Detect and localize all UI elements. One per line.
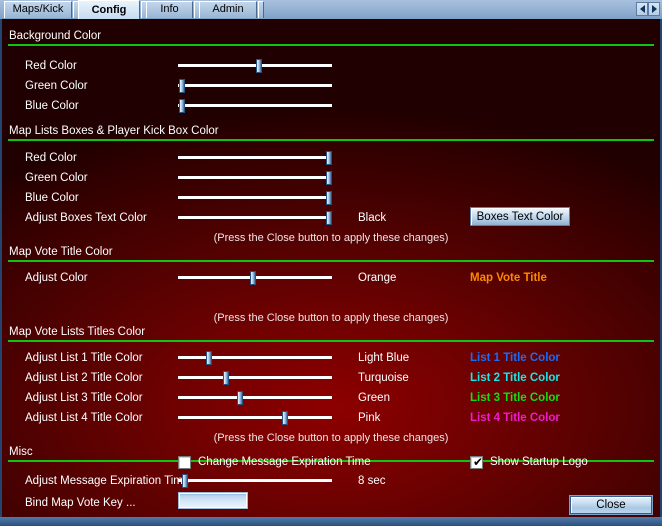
tab-separator-4 (258, 1, 264, 18)
slider-thumb[interactable] (326, 151, 332, 165)
config-panel: Background Color Red Color Green Color B… (0, 19, 662, 517)
label-boxes-text-color: Adjust Boxes Text Color (25, 212, 147, 224)
slider-track (178, 416, 332, 419)
slider-track (178, 176, 332, 179)
section-title-map-vote-lists-titles-color: Map Vote Lists Titles Color (9, 326, 146, 338)
slider-track (178, 64, 332, 67)
checkbox-change-message-expiration-time[interactable] (178, 456, 191, 469)
slider-track (178, 396, 332, 399)
slider-background-green[interactable] (178, 79, 332, 93)
sample-list-2-title: List 2 Title Color (470, 372, 560, 384)
section-title-background-color: Background Color (9, 30, 102, 42)
section-title-map-vote-title-color: Map Vote Title Color (9, 246, 113, 258)
sample-list-4-title: List 4 Title Color (470, 412, 560, 424)
slider-thumb[interactable] (179, 79, 185, 93)
bind-map-vote-key-input[interactable] (178, 492, 248, 509)
sample-list-1-title: List 1 Title Color (470, 352, 560, 364)
label-boxes-green: Green Color (25, 172, 88, 184)
slider-track (178, 356, 332, 359)
slider-track (178, 216, 332, 219)
close-button[interactable]: Close (570, 496, 652, 514)
label-boxes-blue: Blue Color (25, 192, 79, 204)
slider-thumb[interactable] (182, 474, 188, 488)
config-window: Maps/Kick Config Info Admin Background C… (0, 0, 662, 526)
label-adjust-color: Adjust Color (25, 272, 88, 284)
slider-list-2-title-color[interactable] (178, 371, 332, 385)
value-map-vote-title-color: Orange (358, 272, 397, 284)
slider-track (178, 479, 332, 482)
checkbox-show-startup-logo[interactable]: ✔ (470, 456, 483, 469)
section-divider-boxes-color (8, 139, 654, 141)
label-list-2-title-color: Adjust List 2 Title Color (25, 372, 143, 384)
check-icon: ✔ (473, 455, 484, 469)
hint-map-vote-lists-titles-color: (Press the Close button to apply these c… (213, 432, 449, 444)
boxes-text-color-button[interactable]: Boxes Text Color (470, 207, 570, 226)
section-divider-background-color (8, 44, 654, 46)
label-show-startup-logo: Show Startup Logo (490, 456, 588, 468)
value-list-3-title-color: Green (358, 392, 390, 404)
tab-strip: Maps/Kick Config Info Admin (0, 0, 662, 19)
section-divider-map-vote-lists-titles-color (8, 340, 654, 342)
slider-thumb[interactable] (326, 171, 332, 185)
section-divider-map-vote-title-color (8, 260, 654, 262)
label-background-green: Green Color (25, 80, 88, 92)
slider-track (178, 104, 332, 107)
slider-thumb[interactable] (282, 411, 288, 425)
slider-track (178, 196, 332, 199)
chevron-right-icon (651, 5, 657, 13)
section-title-misc: Misc (9, 446, 33, 458)
slider-track (178, 156, 332, 159)
value-message-expiration-time: 8 sec (358, 475, 386, 487)
slider-track (178, 84, 332, 87)
slider-thumb[interactable] (237, 391, 243, 405)
slider-thumb[interactable] (179, 99, 185, 113)
label-list-1-title-color: Adjust List 1 Title Color (25, 352, 143, 364)
chevron-left-icon (639, 5, 645, 13)
slider-thumb[interactable] (223, 371, 229, 385)
value-list-1-title-color: Light Blue (358, 352, 410, 364)
slider-message-expiration-time[interactable] (178, 474, 332, 488)
sample-map-vote-title: Map Vote Title (470, 272, 547, 284)
tab-maps-kick[interactable]: Maps/Kick (4, 1, 72, 18)
window-bottom-bar (0, 517, 662, 526)
label-background-blue: Blue Color (25, 100, 79, 112)
slider-map-vote-title-color[interactable] (178, 271, 332, 285)
label-background-red: Red Color (25, 60, 77, 72)
label-boxes-red: Red Color (25, 152, 77, 164)
tab-config[interactable]: Config (78, 0, 140, 19)
slider-list-4-title-color[interactable] (178, 411, 332, 425)
slider-thumb[interactable] (326, 211, 332, 225)
hint-map-vote-title-color: (Press the Close button to apply these c… (213, 312, 449, 324)
tab-scroll-right-button[interactable] (648, 2, 660, 16)
value-boxes-text-color: Black (358, 212, 387, 224)
tab-scroll-left-button[interactable] (636, 2, 648, 16)
slider-thumb[interactable] (256, 59, 262, 73)
label-bind-map-vote-key: Bind Map Vote Key ... (25, 497, 136, 509)
slider-thumb[interactable] (250, 271, 256, 285)
slider-list-1-title-color[interactable] (178, 351, 332, 365)
tab-admin[interactable]: Admin (199, 1, 257, 18)
label-list-4-title-color: Adjust List 4 Title Color (25, 412, 143, 424)
tab-scroll-buttons (636, 2, 660, 16)
tab-info[interactable]: Info (146, 1, 193, 18)
slider-thumb[interactable] (206, 351, 212, 365)
slider-boxes-text-color[interactable] (178, 211, 332, 225)
slider-boxes-blue[interactable] (178, 191, 332, 205)
label-list-3-title-color: Adjust List 3 Title Color (25, 392, 143, 404)
slider-background-red[interactable] (178, 59, 332, 73)
hint-boxes-color: (Press the Close button to apply these c… (213, 232, 449, 244)
label-change-message-expiration-time: Change Message Expiration Time (198, 456, 371, 468)
slider-track (178, 376, 332, 379)
slider-boxes-red[interactable] (178, 151, 332, 165)
slider-background-blue[interactable] (178, 99, 332, 113)
slider-thumb[interactable] (326, 191, 332, 205)
slider-boxes-green[interactable] (178, 171, 332, 185)
sample-list-3-title: List 3 Title Color (470, 392, 560, 404)
panel-left-edge (0, 19, 2, 517)
value-list-2-title-color: Turquoise (358, 372, 409, 384)
label-adjust-message-expiration-time: Adjust Message Expiration Time (25, 475, 190, 487)
section-title-boxes-color: Map Lists Boxes & Player Kick Box Color (9, 125, 219, 137)
value-list-4-title-color: Pink (358, 412, 381, 424)
slider-list-3-title-color[interactable] (178, 391, 332, 405)
